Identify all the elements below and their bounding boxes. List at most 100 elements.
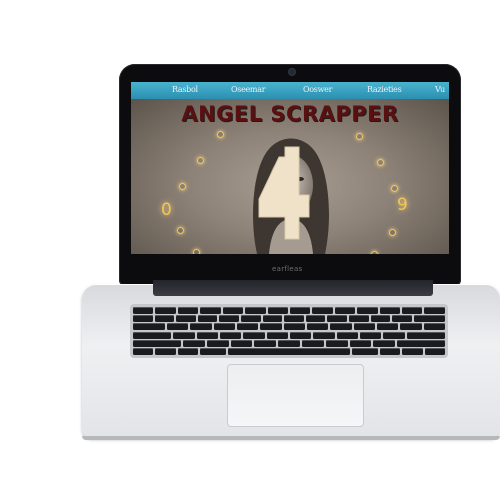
key[interactable] [325,339,348,347]
key[interactable] [402,307,423,314]
key[interactable] [267,307,288,314]
key[interactable] [336,331,358,339]
key[interactable] [373,339,396,347]
key[interactable] [283,323,305,331]
key[interactable] [313,331,335,339]
key[interactable] [245,307,266,314]
key[interactable] [400,323,422,331]
key[interactable] [306,323,329,331]
dial-mark [179,183,186,190]
nav-item-2[interactable]: Oseemar [231,85,266,94]
key[interactable] [213,323,235,331]
key[interactable] [197,315,218,323]
key[interactable] [284,315,304,323]
nav-item-3[interactable]: Ooswer [303,85,332,94]
laptop-hinge [153,280,433,296]
key[interactable] [312,307,333,314]
key[interactable] [301,339,324,347]
key[interactable] [154,315,175,323]
key[interactable] [397,339,446,347]
key[interactable] [155,347,176,355]
key[interactable] [327,315,347,323]
key[interactable] [206,339,229,347]
key[interactable] [289,307,311,314]
key[interactable] [230,339,253,347]
key[interactable] [278,339,300,347]
key[interactable] [383,331,405,339]
key[interactable] [260,323,282,331]
keyboard-row [133,323,445,331]
key[interactable] [424,307,445,314]
key[interactable] [196,331,219,339]
key[interactable] [199,347,227,355]
key[interactable] [392,315,412,323]
site-nav-bar: Rasbol Oseemar Ooswer Razieties Vu [131,82,449,99]
laptop-brand-label: earfleas [272,265,303,273]
keyboard-row [133,315,446,323]
key[interactable] [330,323,352,331]
key[interactable] [262,315,283,323]
key[interactable] [360,331,382,339]
webcam-icon [288,68,296,76]
key[interactable] [254,339,277,347]
dial-mark [356,133,363,140]
key[interactable] [167,323,189,331]
key[interactable] [349,339,372,347]
key[interactable] [380,347,401,355]
keyboard-row [133,331,446,339]
key[interactable] [133,331,172,339]
portrait-image [253,138,329,254]
key[interactable] [305,315,326,323]
key[interactable] [334,307,356,314]
hero-banner: ANGEL SCRAPPER 0 9 [131,99,449,254]
key[interactable] [176,315,196,323]
key[interactable] [376,323,399,331]
key[interactable] [353,323,375,331]
nav-item-1[interactable]: Rasbol [172,85,198,94]
dial-mark [391,185,398,192]
trackpad[interactable] [227,364,364,427]
key[interactable] [177,347,198,355]
key[interactable] [177,307,199,314]
key[interactable] [133,323,165,331]
key[interactable] [406,331,446,339]
arrow-keys[interactable] [402,347,423,355]
key[interactable] [243,331,265,339]
dial-numeral-right: 9 [397,195,408,215]
nav-item-5[interactable]: Vu [435,85,445,94]
key[interactable] [173,331,195,339]
dial-mark [193,249,200,254]
key[interactable] [133,347,154,355]
key[interactable] [348,315,369,323]
key[interactable] [357,307,378,314]
key[interactable] [423,323,445,331]
key[interactable] [133,339,181,347]
key[interactable] [290,331,312,339]
key[interactable] [220,331,242,339]
key[interactable] [266,331,289,339]
key[interactable] [155,307,176,314]
key[interactable] [219,315,239,323]
spacebar-key[interactable] [228,347,350,355]
key[interactable] [351,347,379,355]
dial-numeral-left: 0 [161,200,172,220]
arrow-keys[interactable] [424,347,446,355]
laptop-front-edge [82,436,500,440]
key[interactable] [190,323,212,331]
nav-item-4[interactable]: Razieties [367,85,402,94]
key[interactable] [240,315,261,323]
key[interactable] [133,315,153,323]
key[interactable] [222,307,244,314]
dial-mark [371,251,378,254]
laptop-base [82,284,500,438]
key[interactable] [133,307,154,314]
key[interactable] [182,339,205,347]
key[interactable] [200,307,221,314]
hero-title: ANGEL SCRAPPER [181,102,399,126]
key[interactable] [379,307,401,314]
key[interactable] [236,323,259,331]
key[interactable] [413,315,446,323]
dial-mark [217,131,224,138]
dial-mark [377,159,384,166]
key[interactable] [370,315,391,323]
